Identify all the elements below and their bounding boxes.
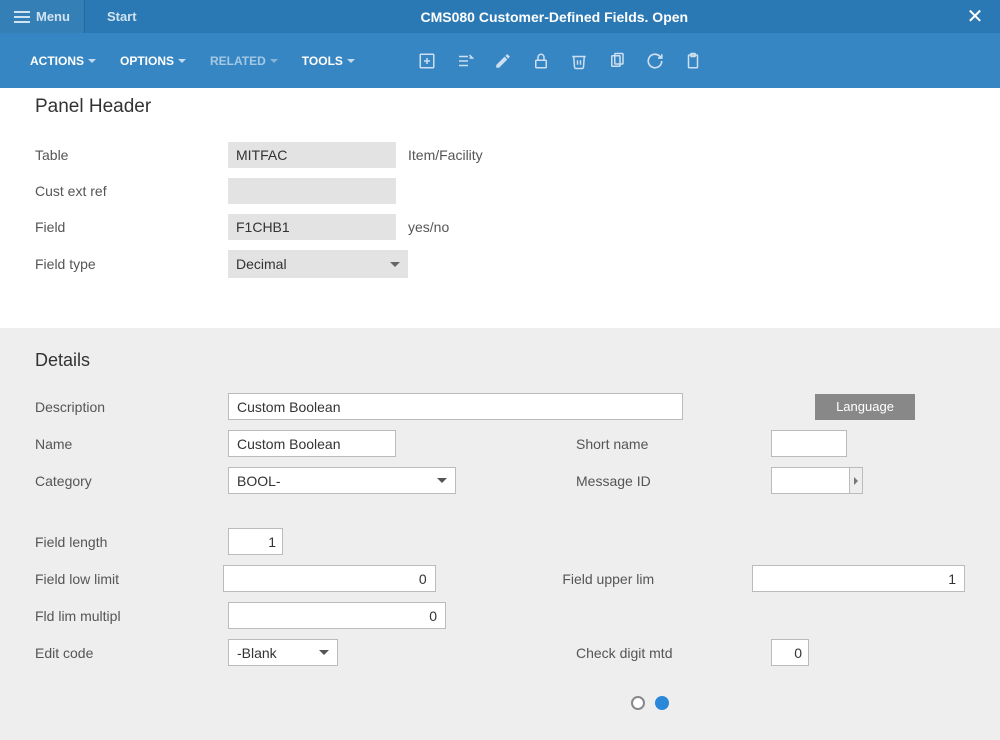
edit-code-select[interactable]: -Blank bbox=[228, 639, 338, 666]
short-name-label: Short name bbox=[576, 436, 771, 452]
page-dot-2[interactable] bbox=[655, 696, 669, 710]
edit-icon[interactable] bbox=[493, 51, 513, 71]
description-input[interactable] bbox=[228, 393, 683, 420]
chevron-down-icon bbox=[347, 59, 355, 63]
list-icon[interactable] bbox=[455, 51, 475, 71]
chevron-down-icon bbox=[319, 650, 329, 655]
chevron-down-icon bbox=[390, 262, 400, 267]
panel-header-title: Panel Header bbox=[35, 96, 965, 118]
message-id-input[interactable] bbox=[771, 467, 849, 494]
cust-ext-ref-input[interactable] bbox=[228, 178, 396, 204]
check-digit-label: Check digit mtd bbox=[576, 645, 771, 661]
page-dot-1[interactable] bbox=[631, 696, 645, 710]
field-type-value: Decimal bbox=[236, 256, 287, 272]
description-label: Description bbox=[35, 399, 228, 415]
chevron-down-icon bbox=[437, 478, 447, 483]
edit-code-label: Edit code bbox=[35, 645, 228, 661]
table-input[interactable] bbox=[228, 142, 396, 168]
field-length-input[interactable] bbox=[228, 528, 283, 555]
add-icon[interactable] bbox=[417, 51, 437, 71]
clipboard-icon[interactable] bbox=[683, 51, 703, 71]
hamburger-icon bbox=[14, 11, 30, 23]
panel-header-section: Panel Header Table Item/Facility Cust ex… bbox=[0, 88, 1000, 328]
category-select[interactable]: BOOL- bbox=[228, 467, 456, 494]
start-label: Start bbox=[107, 9, 137, 24]
upper-lim-input[interactable] bbox=[752, 565, 965, 592]
low-limit-input[interactable] bbox=[223, 565, 436, 592]
related-menu[interactable]: RELATED bbox=[198, 54, 290, 68]
close-button[interactable]: ✕ bbox=[950, 4, 1000, 29]
short-name-input[interactable] bbox=[771, 430, 847, 457]
field-label: Field bbox=[35, 219, 228, 235]
toolbar: ACTIONS OPTIONS RELATED TOOLS bbox=[0, 33, 1000, 88]
field-input[interactable] bbox=[228, 214, 396, 240]
titlebar: Menu Start CMS080 Customer-Defined Field… bbox=[0, 0, 1000, 33]
chevron-down-icon bbox=[270, 59, 278, 63]
close-icon: ✕ bbox=[967, 6, 984, 28]
name-label: Name bbox=[35, 436, 228, 452]
category-value: BOOL- bbox=[237, 473, 281, 489]
low-limit-label: Field low limit bbox=[35, 571, 223, 587]
field-type-select[interactable]: Decimal bbox=[228, 250, 408, 278]
pager bbox=[35, 696, 965, 710]
start-button[interactable]: Start bbox=[84, 0, 159, 33]
field-type-label: Field type bbox=[35, 256, 228, 272]
refresh-icon[interactable] bbox=[645, 51, 665, 71]
chevron-down-icon bbox=[178, 59, 186, 63]
copy-icon[interactable] bbox=[607, 51, 627, 71]
window-title: CMS080 Customer-Defined Fields. Open bbox=[159, 9, 950, 25]
field-suffix: yes/no bbox=[408, 219, 449, 235]
details-header: Details bbox=[35, 350, 965, 371]
menu-label: Menu bbox=[36, 9, 70, 24]
table-suffix: Item/Facility bbox=[408, 147, 483, 163]
details-section: Details Description Language Name Short … bbox=[0, 328, 1000, 740]
name-input[interactable] bbox=[228, 430, 396, 457]
trash-icon[interactable] bbox=[569, 51, 589, 71]
table-label: Table bbox=[35, 147, 228, 163]
message-id-lookup-button[interactable] bbox=[849, 467, 863, 494]
actions-menu[interactable]: ACTIONS bbox=[18, 54, 108, 68]
menu-button[interactable]: Menu bbox=[0, 0, 84, 33]
upper-lim-label: Field upper lim bbox=[562, 571, 752, 587]
lock-icon[interactable] bbox=[531, 51, 551, 71]
check-digit-input[interactable] bbox=[771, 639, 809, 666]
message-id-field bbox=[771, 467, 863, 494]
fld-multipl-label: Fld lim multipl bbox=[35, 608, 228, 624]
chevron-right-icon bbox=[854, 477, 858, 485]
edit-code-value: -Blank bbox=[237, 645, 277, 661]
fld-multipl-input[interactable] bbox=[228, 602, 446, 629]
options-menu[interactable]: OPTIONS bbox=[108, 54, 198, 68]
message-id-label: Message ID bbox=[576, 473, 771, 489]
category-label: Category bbox=[35, 473, 228, 489]
language-button[interactable]: Language bbox=[815, 394, 915, 420]
field-length-label: Field length bbox=[35, 534, 228, 550]
tools-menu[interactable]: TOOLS bbox=[290, 54, 367, 68]
cust-ext-ref-label: Cust ext ref bbox=[35, 183, 228, 199]
chevron-down-icon bbox=[88, 59, 96, 63]
toolbar-icons bbox=[417, 51, 703, 71]
